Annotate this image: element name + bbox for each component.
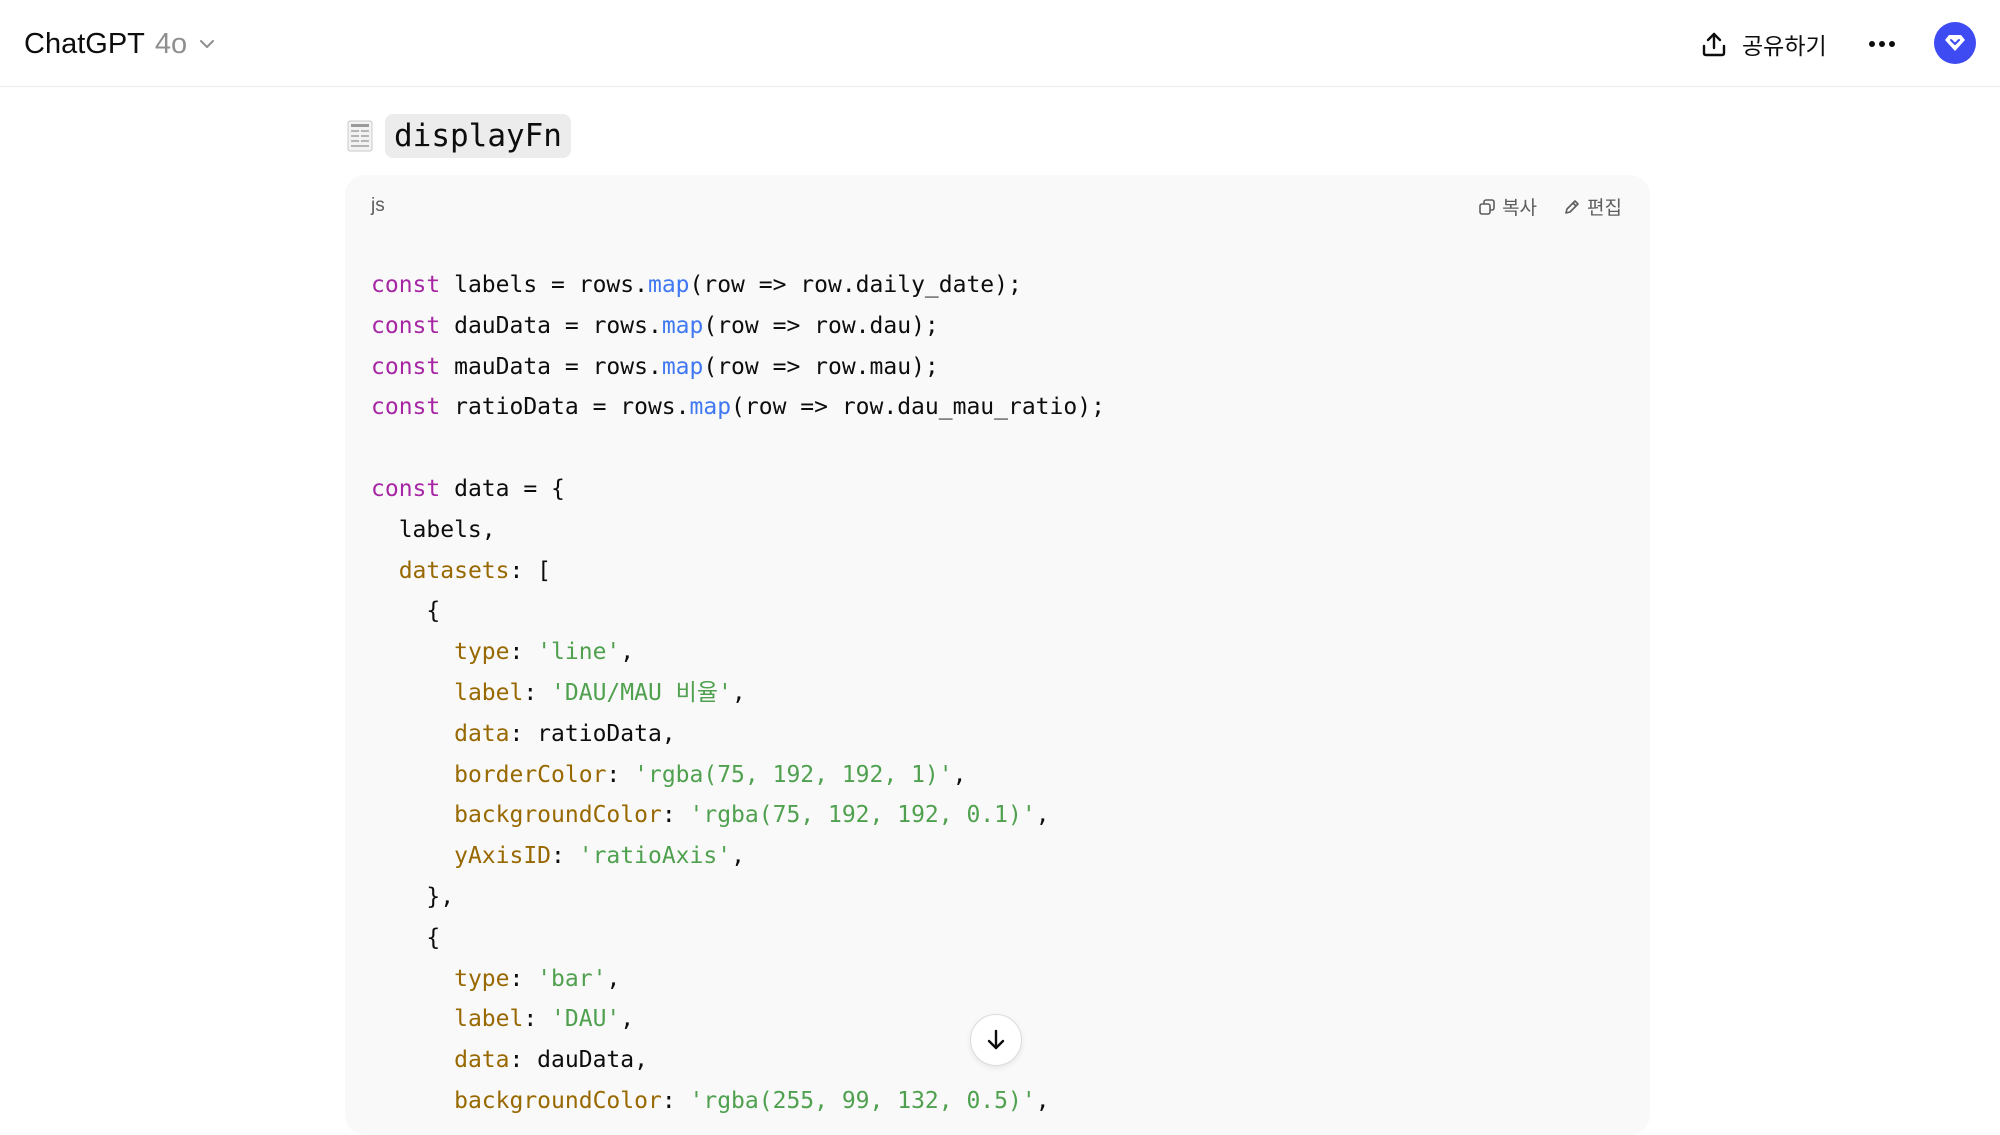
model-name: ChatGPT <box>24 27 145 60</box>
more-horizontal-icon <box>1869 41 1895 47</box>
code-line: yAxisID: 'ratioAxis', <box>454 843 745 870</box>
arrow-down-icon <box>987 1029 1005 1050</box>
more-options-button[interactable] <box>1862 22 1902 66</box>
share-icon <box>1702 32 1726 57</box>
scroll-down-button[interactable] <box>970 1014 1022 1066</box>
top-bar: ChatGPT 4o 공유하기 <box>0 0 2000 87</box>
model-version: 4o <box>154 27 188 60</box>
code-block: js 복사 편집 const labels = rows.map(row => … <box>345 175 1650 1135</box>
code-line: backgroundColor: 'rgba(75, 192, 192, 0.1… <box>454 802 1050 829</box>
model-switcher[interactable]: ChatGPT 4o <box>24 22 217 66</box>
code-line: { <box>371 598 441 625</box>
user-avatar-icon <box>1945 35 1965 51</box>
code-content: const labels = rows.map(row => row.daily… <box>371 265 1105 1122</box>
code-line: type: 'line', <box>454 639 635 666</box>
edit-icon <box>1565 199 1579 214</box>
code-line: }, <box>371 883 455 910</box>
document-icon <box>347 120 373 152</box>
code-line: const data = { <box>371 475 565 502</box>
edit-label: 편집 <box>1587 197 1622 219</box>
code-line: data: ratioData, <box>454 720 676 747</box>
code-line: type: 'bar', <box>454 965 621 992</box>
code-line: borderColor: 'rgba(75, 192, 192, 1)', <box>454 761 967 788</box>
code-line: const dauData = rows.map(row => row.dau)… <box>371 312 939 339</box>
user-avatar[interactable] <box>1934 22 1976 64</box>
code-line: label: 'DAU/MAU 비율', <box>454 679 746 706</box>
code-line: const ratioData = rows.map(row => row.da… <box>371 394 1105 421</box>
share-button[interactable]: 공유하기 <box>1700 22 1827 66</box>
code-line: backgroundColor: 'rgba(255, 99, 132, 0.5… <box>454 1087 1050 1114</box>
code-language: js <box>371 195 385 216</box>
copy-button[interactable]: 복사 <box>1478 193 1537 220</box>
code-line: datasets: [ <box>398 557 552 584</box>
copy-icon <box>1479 198 1495 215</box>
code-line: labels, <box>371 516 496 543</box>
share-label: 공유하기 <box>1742 34 1827 60</box>
code-line: const mauData = rows.map(row => row.mau)… <box>371 353 939 380</box>
tool-name: displayFn <box>385 114 571 158</box>
tool-header: displayFn <box>347 114 571 158</box>
code-line: { <box>371 924 441 951</box>
copy-label: 복사 <box>1502 197 1538 219</box>
edit-button[interactable]: 편집 <box>1563 193 1622 220</box>
code-actions: 복사 편집 <box>1452 193 1622 220</box>
chevron-down-icon <box>200 40 215 48</box>
code-line: const labels = rows.map(row => row.daily… <box>371 272 1022 298</box>
